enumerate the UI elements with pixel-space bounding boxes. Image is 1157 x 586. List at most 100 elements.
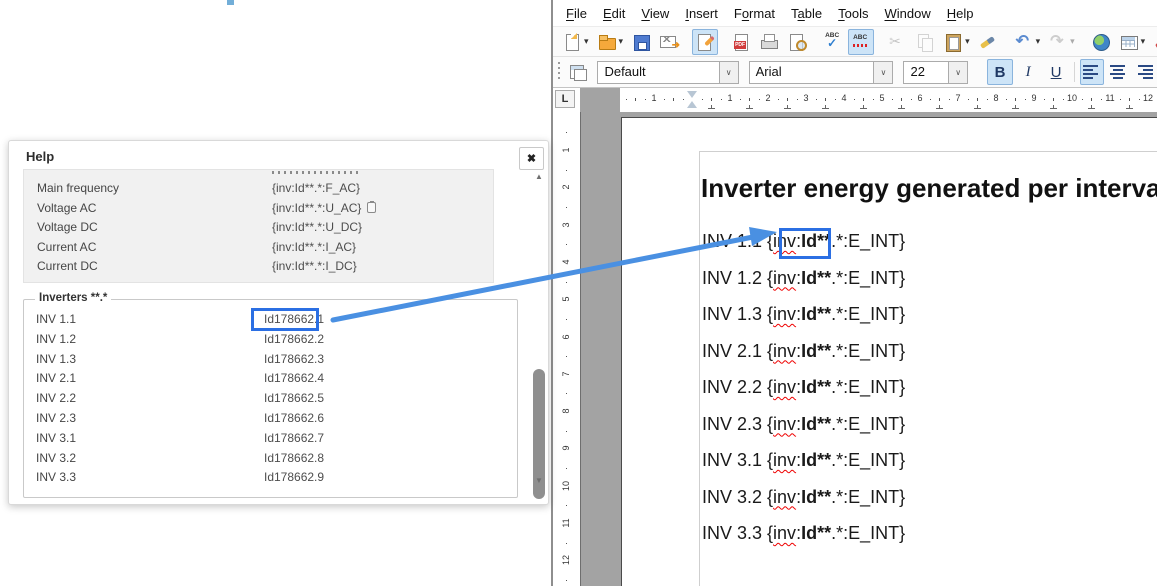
paragraph-style-select[interactable]: Default ∨ xyxy=(597,61,738,84)
open-button[interactable]: ▾ xyxy=(594,29,627,55)
inverter-id[interactable]: Id178662.3 xyxy=(264,350,324,370)
inverter-id[interactable]: Id178662.6 xyxy=(264,409,324,429)
inverter-label: INV 2.1 xyxy=(36,369,76,389)
tab-stop-selector[interactable]: L xyxy=(555,90,575,108)
ruler-tick xyxy=(939,98,940,101)
menu-window[interactable]: Window xyxy=(877,4,939,23)
inverter-id[interactable]: Id178662.7 xyxy=(264,429,324,449)
apply-style-button[interactable] xyxy=(565,59,591,85)
italic-button[interactable]: I xyxy=(1015,59,1041,85)
chevron-down-icon[interactable]: ∨ xyxy=(873,62,892,83)
draw-functions-button[interactable] xyxy=(1150,29,1157,55)
export-pdf-button[interactable] xyxy=(728,29,754,55)
menu-format[interactable]: Format xyxy=(726,4,783,23)
toolbar-grip[interactable] xyxy=(556,62,562,82)
undo-button[interactable]: ▾ xyxy=(1011,29,1044,55)
chevron-down-icon[interactable]: ∨ xyxy=(948,62,967,83)
dropdown-arrow-icon[interactable]: ▾ xyxy=(1141,36,1146,47)
ruler-tick xyxy=(683,99,684,100)
chevron-down-icon[interactable]: ∨ xyxy=(719,62,738,83)
menu-insert[interactable]: Insert xyxy=(677,4,726,23)
auto-spellcheck-button[interactable] xyxy=(848,29,874,55)
help-panel-title: Help xyxy=(26,149,54,164)
ruler-tick xyxy=(1091,98,1092,101)
insert-table-button[interactable]: ▾ xyxy=(1116,29,1149,55)
parameter-code[interactable]: {inv:Id**.*:I_AC} xyxy=(272,238,356,258)
paste-icon xyxy=(943,32,963,52)
print-preview-button[interactable] xyxy=(784,29,810,55)
inverter-id[interactable]: Id178662.9 xyxy=(264,468,324,488)
new-document-button[interactable]: ▾ xyxy=(559,29,592,55)
ruler-tick xyxy=(566,431,567,432)
ruler-tick xyxy=(892,99,893,100)
parameter-code[interactable]: {inv:Id**.*:U_DC} xyxy=(272,218,362,238)
print-button[interactable] xyxy=(756,29,782,55)
parameter-code[interactable]: {inv:Id**.*:I_DC} xyxy=(272,257,357,277)
ruler-tick xyxy=(1120,99,1121,100)
ruler-tick xyxy=(566,505,567,506)
clone-formatting-button[interactable] xyxy=(975,29,1001,55)
menu-file[interactable]: File xyxy=(558,4,595,23)
open-icon xyxy=(597,32,617,52)
inverter-id[interactable]: Id178662.5 xyxy=(264,389,324,409)
inverter-id[interactable]: Id178662.8 xyxy=(264,449,324,469)
misspelled-word: inv xyxy=(773,377,796,397)
underline-button[interactable]: U xyxy=(1043,59,1069,85)
parameter-label: Main frequency xyxy=(37,179,119,199)
ruler-number: 9 xyxy=(561,442,571,454)
parameter-code[interactable]: {inv:Id**.*:U_AC} xyxy=(272,199,376,219)
save-button[interactable] xyxy=(628,29,654,55)
ruler-tick xyxy=(1063,99,1064,100)
ruler-tick xyxy=(968,99,969,100)
ruler-number: 5 xyxy=(561,293,571,305)
align-left-button[interactable] xyxy=(1080,59,1104,85)
font-name-select[interactable]: Arial ∨ xyxy=(749,61,894,84)
tab-stop-mark xyxy=(822,105,829,109)
align-center-button[interactable] xyxy=(1106,59,1130,85)
ruler-tick xyxy=(901,98,902,101)
menu-table[interactable]: Table xyxy=(783,4,830,23)
ruler-number: 4 xyxy=(841,93,846,103)
spelling-button[interactable] xyxy=(820,29,846,55)
dropdown-arrow-icon[interactable]: ▾ xyxy=(965,36,970,47)
standard-toolbar: ▾ ▾ ➜ ▾ ▾ ▾ ▾ xyxy=(553,26,1157,57)
email-document-button[interactable]: ➜ xyxy=(656,29,682,55)
horizontal-ruler[interactable]: 1123456789101112 xyxy=(580,88,1157,112)
new-document-icon xyxy=(562,32,582,52)
menu-tools[interactable]: Tools xyxy=(830,4,876,23)
hyperlink-button[interactable] xyxy=(1088,29,1114,55)
parameter-row: Current AC{inv:Id**.*:I_AC} xyxy=(24,238,493,258)
font-size-select[interactable]: 22 ∨ xyxy=(903,61,968,84)
close-button[interactable]: ✖ xyxy=(519,147,544,170)
scroll-up-icon[interactable]: ▲ xyxy=(532,171,546,183)
scroll-down-icon[interactable]: ▼ xyxy=(532,475,546,487)
ruler-number: 4 xyxy=(561,256,571,268)
menu-edit[interactable]: Edit xyxy=(595,4,633,23)
menu-help[interactable]: Help xyxy=(939,4,982,23)
paste-button[interactable]: ▾ xyxy=(940,29,973,55)
hyperlink-icon xyxy=(1091,32,1111,52)
dropdown-arrow-icon[interactable]: ▾ xyxy=(584,36,589,47)
parameter-code[interactable]: {inv:Id**.*:F_AC} xyxy=(272,179,360,199)
align-left-icon xyxy=(1083,64,1101,80)
ruler-number: 12 xyxy=(561,554,571,566)
ruler-outside-page xyxy=(580,88,620,112)
document-page[interactable]: Inverter energy generated per interval I… xyxy=(621,117,1157,586)
dropdown-arrow-icon[interactable]: ▾ xyxy=(1036,36,1041,47)
document-line: INV 3.1 {inv:Id**.*:E_INT} xyxy=(702,450,905,471)
edit-mode-button[interactable] xyxy=(692,29,718,55)
vertical-ruler[interactable]: 123456789101112 xyxy=(555,112,579,586)
tab-stop-mark xyxy=(746,105,753,109)
menu-view[interactable]: View xyxy=(633,4,677,23)
inverter-id[interactable]: Id178662.2 xyxy=(264,330,324,350)
inverter-id[interactable]: Id178662.4 xyxy=(264,369,324,389)
dropdown-arrow-icon[interactable]: ▾ xyxy=(619,36,624,47)
writer-window: FileEditViewInsertFormatTableToolsWindow… xyxy=(551,0,1157,586)
align-right-button[interactable] xyxy=(1132,59,1156,85)
ruler-number: 3 xyxy=(561,219,571,231)
ruler-tick xyxy=(797,99,798,100)
dropdown-arrow-icon[interactable]: ▾ xyxy=(1070,36,1075,47)
help-scrollbar[interactable]: ▲ ▼ xyxy=(532,171,546,487)
bold-button[interactable]: B xyxy=(987,59,1013,85)
copy-icon[interactable] xyxy=(367,202,376,213)
